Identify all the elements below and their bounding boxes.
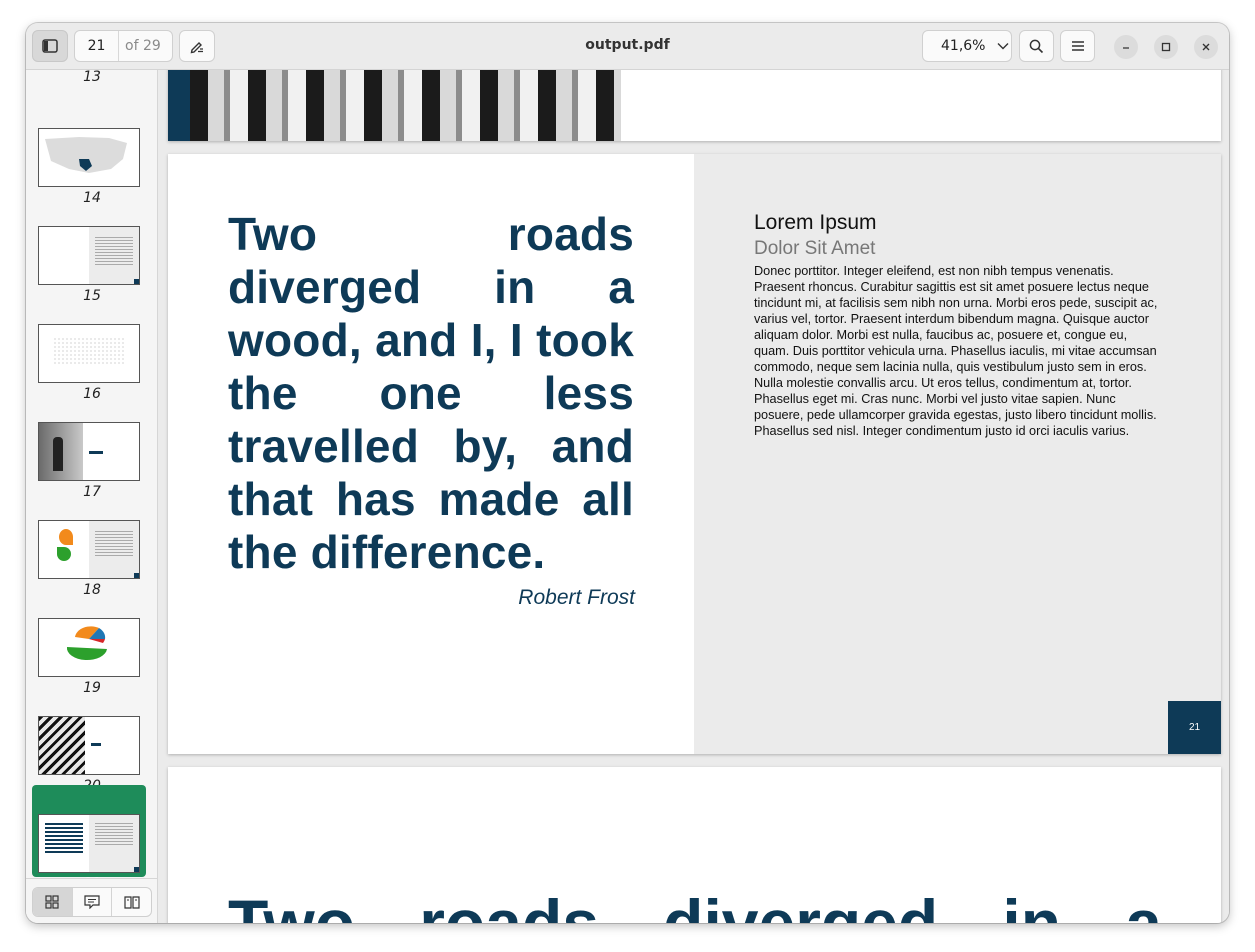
thumbnail-page-20[interactable] <box>38 716 140 775</box>
sidebar-view-switcher <box>26 878 157 923</box>
quote-word: roads <box>419 886 599 923</box>
thumbnail-page-21[interactable] <box>38 814 140 873</box>
text-panel: Lorem Ipsum Dolor Sit Amet Donec porttit… <box>694 154 1221 754</box>
grid-icon <box>45 895 59 909</box>
page-total-label: of 29 <box>125 38 161 54</box>
outline-view-button[interactable] <box>112 888 151 916</box>
minimize-button[interactable] <box>1114 35 1138 59</box>
thumbnail-number: 19 <box>83 680 101 696</box>
thumbnail-number: 17 <box>83 484 101 500</box>
quote-word: Two <box>228 886 356 923</box>
annotations-view-button[interactable] <box>73 888 113 916</box>
search-button[interactable] <box>1019 30 1054 62</box>
page-21: Two roads diverged in a wood, and I, I t… <box>168 154 1221 754</box>
quote-word: in <box>1002 886 1062 923</box>
page-number-badge: 21 <box>1168 701 1221 754</box>
thumbnail-page-15[interactable] <box>38 226 140 285</box>
quote-word: diverged <box>663 886 939 923</box>
comment-icon <box>84 895 100 909</box>
minimize-icon <box>1123 47 1129 49</box>
thumbnail-number: 15 <box>83 288 101 304</box>
hamburger-icon <box>1071 41 1084 51</box>
maximize-button[interactable] <box>1154 35 1178 59</box>
document-view[interactable]: Two roads diverged in a wood, and I, I t… <box>158 70 1229 923</box>
close-icon <box>1202 43 1210 51</box>
thumbnail-page-17[interactable] <box>38 422 140 481</box>
header-bar: 21 of 29 output.pdf 41,6% <box>26 23 1229 70</box>
search-icon <box>1029 39 1044 53</box>
thumbnail-sidebar: 13 14 15 16 17 18 19 <box>26 70 158 923</box>
close-button[interactable] <box>1194 35 1218 59</box>
sidebar-icon <box>42 39 58 53</box>
panel-body-text: Donec porttitor. Integer eleifend, est n… <box>754 264 1158 438</box>
sidebar-toggle-button[interactable] <box>32 30 68 62</box>
thumbnail-page-19[interactable] <box>38 618 140 677</box>
maximize-icon <box>1161 42 1171 52</box>
building-photo <box>190 70 621 141</box>
zoom-dropdown[interactable]: 41,6% <box>922 30 1012 62</box>
quote-word: a <box>1125 886 1162 923</box>
panel-heading: Lorem Ipsum <box>754 211 877 234</box>
page-navigator: 21 of 29 <box>74 30 173 62</box>
thumbnail-number: 14 <box>83 190 101 206</box>
previous-page <box>168 70 1221 141</box>
quote-author: Robert Frost <box>518 586 635 609</box>
thumbnail-number: 13 <box>83 70 101 85</box>
us-map-thumbnail <box>45 137 127 173</box>
quote-text: Two roads diverged in a wood, and I, I t… <box>228 208 634 578</box>
page-number-input[interactable]: 21 <box>75 31 119 61</box>
next-page-quote: Two roads diverged in a <box>228 885 1162 923</box>
book-icon <box>124 896 140 909</box>
panel-subheading: Dolor Sit Amet <box>754 238 876 259</box>
thumbnail-page-16[interactable] <box>38 324 140 383</box>
thumbnail-number: 16 <box>83 386 101 402</box>
zoom-level: 41,6% <box>941 38 986 54</box>
pie-chart-thumbnail <box>66 626 107 661</box>
chevron-down-icon <box>997 43 1009 50</box>
main-menu-button[interactable] <box>1060 30 1095 62</box>
pen-icon <box>190 42 203 54</box>
thumbnail-number: 18 <box>83 582 101 598</box>
thumbnail-page-18[interactable] <box>38 520 140 579</box>
pdf-viewer-window: 21 of 29 output.pdf 41,6% 13 14 15 16 17… <box>26 23 1229 923</box>
thumbnail-page-14[interactable] <box>38 128 140 187</box>
thumbnails-view-button[interactable] <box>33 888 73 916</box>
next-page: Two roads diverged in a <box>168 767 1221 923</box>
annotate-button[interactable] <box>179 30 215 62</box>
